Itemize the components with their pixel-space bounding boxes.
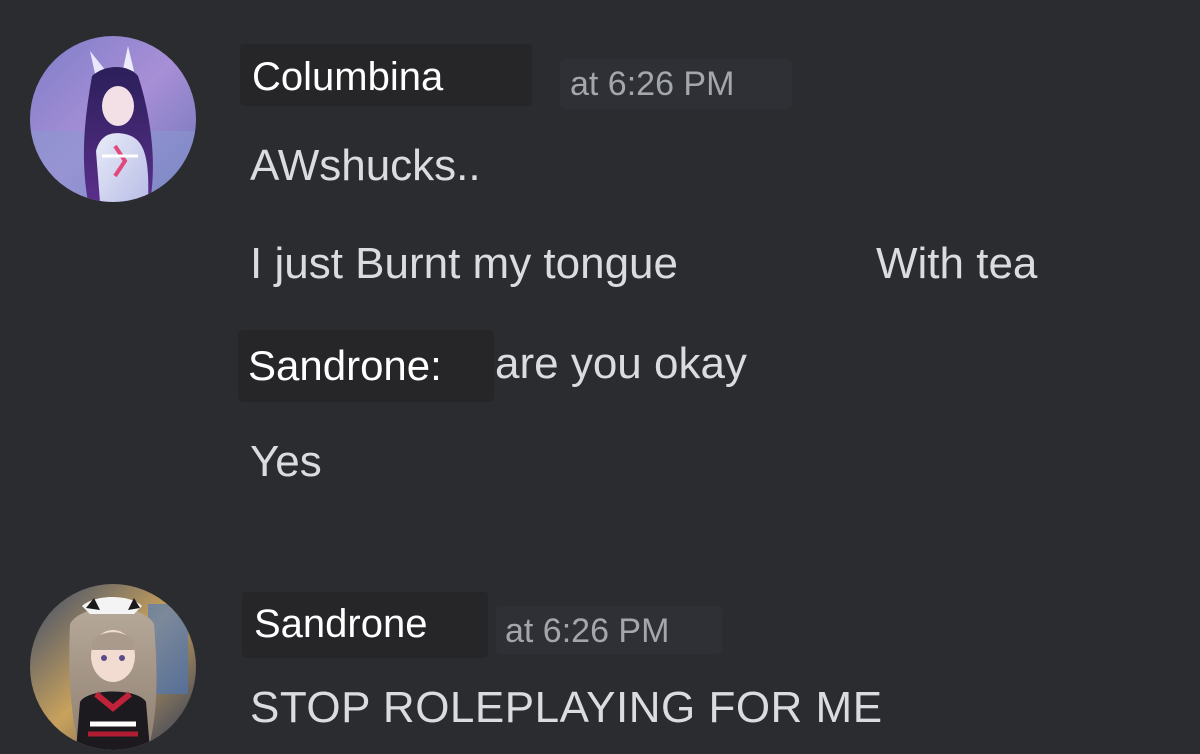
author-name[interactable]: Columbina	[252, 53, 443, 101]
author-name[interactable]: Sandrone	[254, 600, 427, 648]
sandrone-avatar	[30, 584, 196, 750]
columbina-avatar	[30, 36, 196, 202]
message-text: Yes	[250, 437, 322, 486]
avatar[interactable]	[30, 36, 196, 202]
message-text: With tea	[876, 239, 1038, 288]
avatar[interactable]	[30, 584, 196, 750]
message-text: AWshucks..	[250, 141, 481, 190]
timestamp: at 6:26 PM	[570, 65, 735, 103]
message-text: I just Burnt my tongue	[250, 239, 678, 288]
inline-speaker-label: Sandrone:	[248, 342, 442, 389]
timestamp: at 6:26 PM	[505, 612, 670, 650]
message-text: are you okay	[495, 339, 747, 388]
message-text: STOP ROLEPLAYING FOR ME	[250, 683, 883, 732]
chat-window: Columbina at 6:26 PM AWshucks.. I just B…	[0, 0, 1200, 754]
